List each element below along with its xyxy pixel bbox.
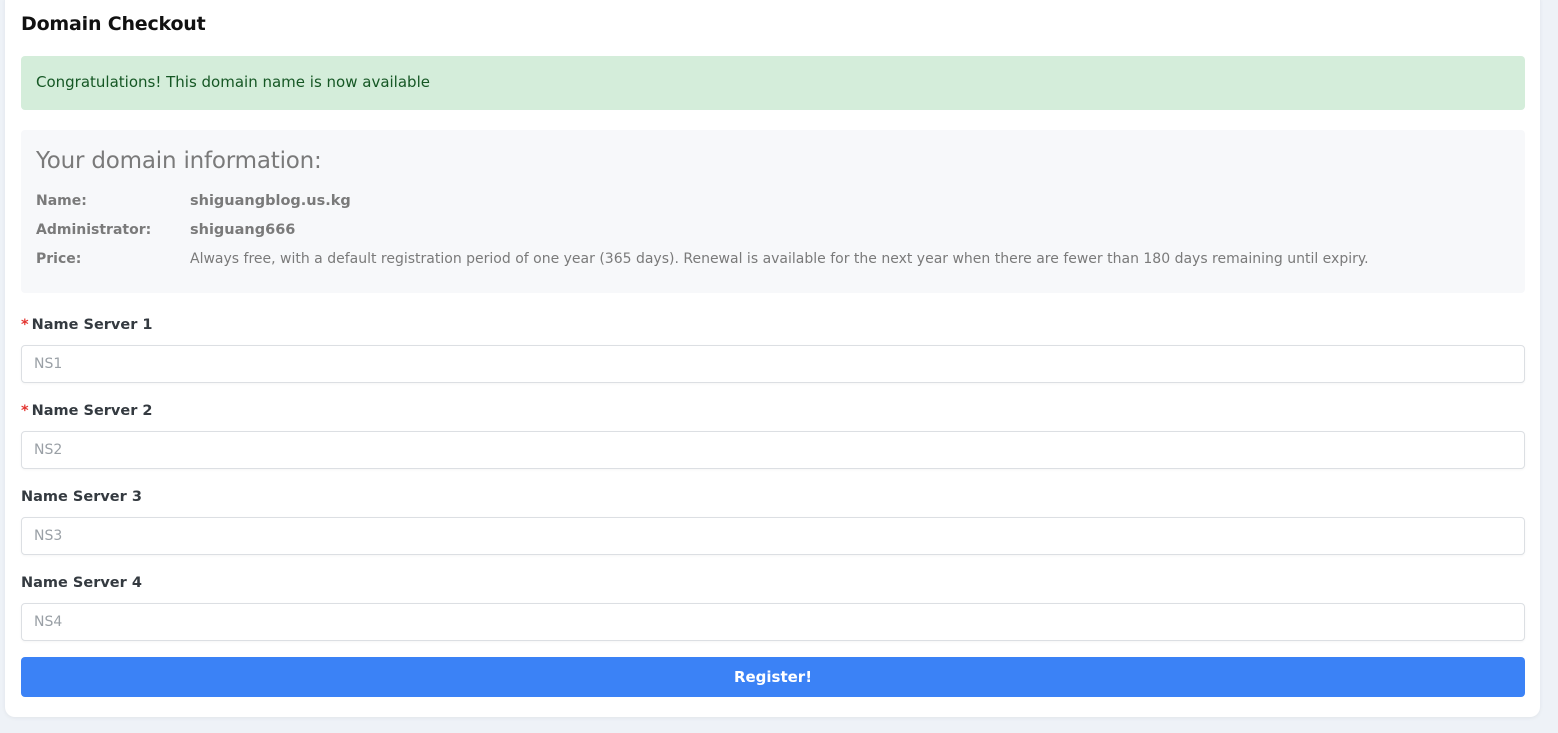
domain-info-panel: Your domain information: Name: shiguangb… [21,130,1525,293]
name-server-3-input[interactable] [21,517,1525,555]
info-label-name: Name: [36,193,87,209]
name-server-1-label: * Name Server 1 [21,317,153,333]
name-server-2-label: * Name Server 2 [21,403,153,419]
info-row-name: Name: shiguangblog.us.kg [36,187,1510,216]
register-button[interactable]: Register! [21,657,1525,697]
info-value-price: Always free, with a default registration… [190,251,1369,267]
name-server-1-label-text: Name Server 1 [31,317,153,333]
success-alert-message: Congratulations! This domain name is now… [36,73,430,91]
name-server-4-label-text: Name Server 4 [21,575,142,591]
info-value-name: shiguangblog.us.kg [190,193,351,209]
name-server-1-input[interactable] [21,345,1525,383]
required-mark: * [21,317,29,333]
info-label-price: Price: [36,251,82,267]
name-server-3-label-text: Name Server 3 [21,489,142,505]
info-row-administrator: Administrator: shiguang666 [36,216,1510,245]
checkout-card: Domain Checkout Congratulations! This do… [5,0,1540,717]
name-server-4-label: Name Server 4 [21,575,142,591]
name-server-2-label-text: Name Server 2 [31,403,153,419]
domain-info-heading: Your domain information: [36,148,322,174]
name-server-3-label: Name Server 3 [21,489,142,505]
info-value-administrator: shiguang666 [190,222,296,238]
name-server-4-input[interactable] [21,603,1525,641]
info-label-administrator: Administrator: [36,222,152,238]
info-row-price: Price: Always free, with a default regis… [36,245,1510,274]
success-alert: Congratulations! This domain name is now… [21,56,1525,110]
page-title: Domain Checkout [21,13,206,35]
required-mark: * [21,403,29,419]
name-server-2-input[interactable] [21,431,1525,469]
